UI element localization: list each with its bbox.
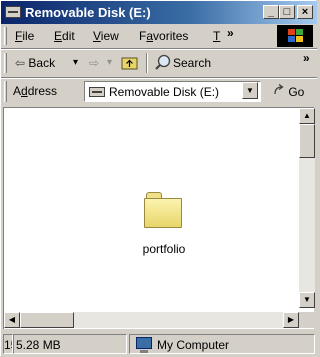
window-title: Removable Disk (E:) bbox=[25, 5, 151, 20]
menu-view[interactable]: View bbox=[93, 29, 119, 43]
menu-file[interactable]: File bbox=[15, 29, 34, 43]
removable-drive-icon bbox=[89, 87, 105, 97]
status-location: My Computer bbox=[157, 338, 230, 352]
back-button[interactable]: ⇦ Back bbox=[15, 56, 55, 70]
status-size: 5.28 MB bbox=[13, 334, 127, 354]
status-object-count: 15 bbox=[3, 334, 13, 354]
search-button[interactable]: Search bbox=[173, 56, 211, 70]
horizontal-scroll-thumb[interactable] bbox=[20, 312, 74, 328]
menu-grip[interactable] bbox=[4, 27, 7, 45]
minimize-button[interactable]: _ bbox=[263, 5, 279, 19]
forward-dropdown-button[interactable]: ▾ bbox=[107, 57, 112, 68]
scroll-left-button[interactable]: ◀ bbox=[4, 312, 20, 328]
folder-icon[interactable] bbox=[144, 192, 184, 228]
toolbar-separator bbox=[146, 53, 148, 73]
menu-edit[interactable]: Edit bbox=[54, 29, 75, 43]
explorer-window: Removable Disk (E:) _ □ × File Edit View… bbox=[0, 0, 317, 357]
toolbar-grip[interactable] bbox=[4, 53, 7, 73]
up-folder-button[interactable] bbox=[121, 54, 139, 70]
computer-icon bbox=[136, 337, 152, 353]
scroll-down-button[interactable]: ▼ bbox=[299, 292, 315, 308]
toolbar-overflow-chevron[interactable]: » bbox=[303, 51, 310, 65]
menu-overflow-chevron[interactable]: » bbox=[227, 26, 234, 40]
address-bar: Address Removable Disk (E:) ▼ Go bbox=[1, 78, 317, 105]
close-button[interactable]: × bbox=[297, 5, 313, 19]
menu-favorites[interactable]: Favorites bbox=[139, 29, 188, 43]
horizontal-scrollbar[interactable]: ◀ ▶ bbox=[4, 312, 299, 328]
go-label: Go bbox=[288, 85, 305, 99]
vertical-scrollbar[interactable]: ▲ ▼ bbox=[299, 108, 315, 308]
back-arrow-icon: ⇦ bbox=[15, 56, 26, 70]
windows-logo-icon bbox=[277, 25, 313, 47]
address-dropdown-button[interactable]: ▼ bbox=[242, 82, 258, 99]
back-dropdown-button[interactable]: ▾ bbox=[73, 57, 78, 68]
title-bar[interactable]: Removable Disk (E:) _ □ × bbox=[1, 1, 317, 24]
scrollbar-corner bbox=[299, 312, 315, 328]
drive-icon bbox=[5, 6, 21, 18]
vertical-scroll-thumb[interactable] bbox=[299, 124, 315, 158]
status-bar: 15 5.28 MB My Computer bbox=[1, 331, 317, 357]
scroll-up-button[interactable]: ▲ bbox=[299, 108, 315, 124]
address-value: Removable Disk (E:) bbox=[109, 85, 220, 99]
address-input[interactable]: Removable Disk (E:) bbox=[84, 81, 261, 102]
go-arrow-icon bbox=[273, 83, 285, 99]
back-label: Back bbox=[28, 56, 56, 70]
maximize-button[interactable]: □ bbox=[279, 5, 295, 19]
forward-button[interactable]: ⇨ bbox=[89, 56, 99, 70]
search-icon bbox=[154, 53, 172, 71]
go-button[interactable]: Go bbox=[273, 83, 305, 99]
menu-tools[interactable]: T bbox=[213, 29, 220, 43]
folder-label-portfolio[interactable]: portfolio bbox=[124, 242, 204, 256]
scroll-right-button[interactable]: ▶ bbox=[283, 312, 299, 328]
address-label: Address bbox=[13, 84, 58, 98]
address-grip[interactable] bbox=[4, 81, 7, 102]
status-zone: My Computer bbox=[129, 334, 315, 354]
standard-toolbar: ⇦ Back ▾ ⇨ ▾ Search » bbox=[1, 49, 317, 78]
menu-bar: File Edit View Favorites T » bbox=[1, 24, 317, 49]
up-folder-icon bbox=[121, 57, 138, 70]
file-list-view[interactable]: portfolio ▲ ▼ ◀ ▶ bbox=[3, 107, 315, 329]
